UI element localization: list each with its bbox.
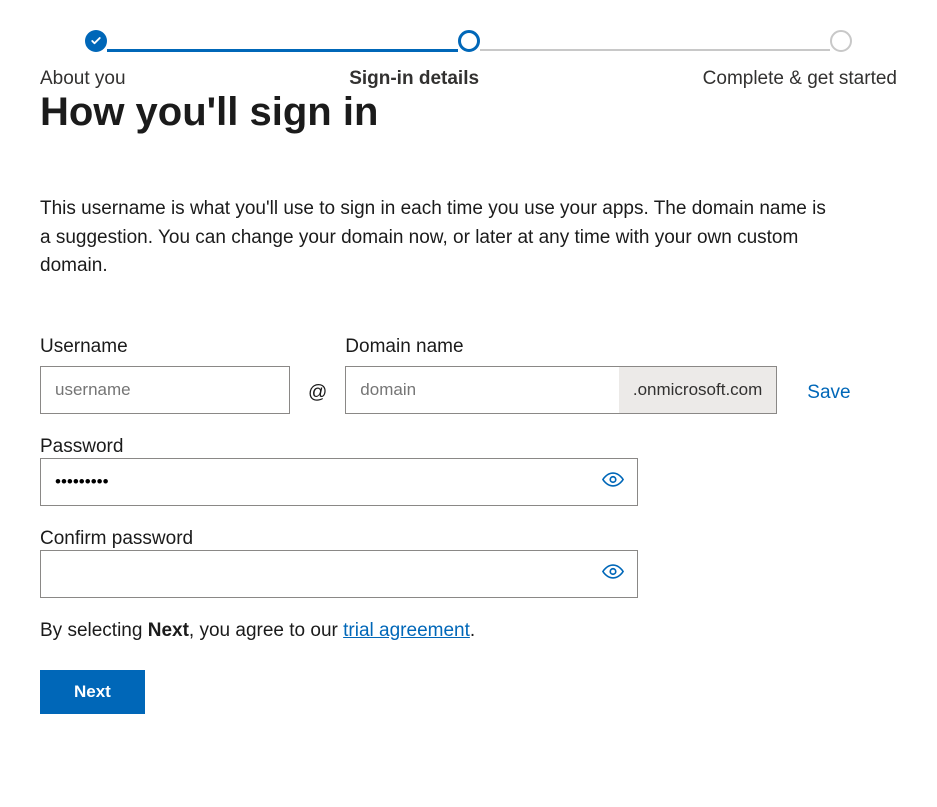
confirm-password-label: Confirm password <box>40 528 193 549</box>
save-link[interactable]: Save <box>807 382 850 414</box>
eye-icon[interactable] <box>602 560 624 587</box>
connector-2 <box>480 49 831 51</box>
password-label: Password <box>40 436 123 457</box>
step-2-indicator <box>458 30 480 52</box>
eye-icon[interactable] <box>602 468 624 495</box>
step-3-label: Complete & get started <box>703 68 897 90</box>
confirm-password-input[interactable] <box>40 550 638 598</box>
step-2-label: Sign-in details <box>349 68 479 90</box>
password-input[interactable] <box>40 458 638 506</box>
page-description: This username is what you'll use to sign… <box>40 195 840 281</box>
domain-suffix: .onmicrosoft.com <box>619 367 776 413</box>
at-symbol: @ <box>308 382 327 414</box>
domain-label: Domain name <box>345 336 777 358</box>
domain-input[interactable] <box>346 367 619 413</box>
trial-agreement-link[interactable]: trial agreement <box>343 620 470 641</box>
next-button[interactable]: Next <box>40 670 145 714</box>
username-input[interactable] <box>40 366 290 414</box>
page-heading: How you'll sign in <box>40 90 897 135</box>
step-3-indicator <box>830 30 852 52</box>
agreement-text: By selecting Next, you agree to our tria… <box>40 620 897 642</box>
step-1-indicator <box>85 30 107 52</box>
connector-1 <box>107 49 458 52</box>
check-icon <box>90 35 102 47</box>
step-1-label: About you <box>40 68 126 90</box>
progress-stepper: About you Sign-in details Complete & get… <box>40 30 897 90</box>
username-label: Username <box>40 336 290 358</box>
